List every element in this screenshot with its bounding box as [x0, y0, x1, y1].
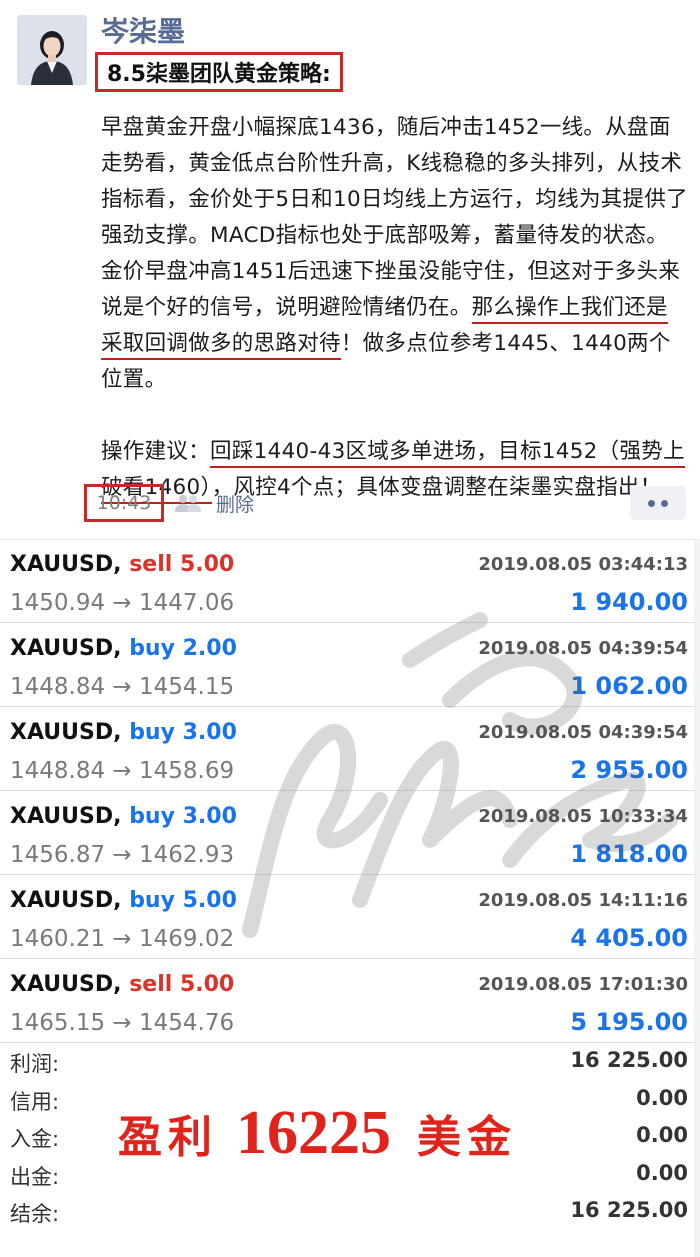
trade-row[interactable]: XAUUSD, buy 3.00 1448.84 → 1458.69 2019.… — [0, 708, 694, 791]
friends-visibility-icon[interactable] — [174, 493, 202, 513]
trade-symbol: XAUUSD, buy 3.00 — [10, 804, 237, 829]
trade-symbol: XAUUSD, buy 5.00 — [10, 888, 237, 913]
trade-side: buy 3.00 — [129, 804, 237, 829]
trade-datetime: 2019.08.05 14:11:16 — [478, 890, 688, 911]
summary-label: 结余: — [10, 1202, 60, 1226]
avatar-portrait-icon — [17, 15, 87, 85]
summary-credit-row: 信用: 0.00 — [0, 1082, 694, 1120]
trade-datetime: 2019.08.05 03:44:13 — [478, 554, 688, 575]
trade-symbol: XAUUSD, sell 5.00 — [10, 552, 234, 577]
suggestion-lead: 操作建议： — [101, 439, 211, 464]
trade-side: buy 3.00 — [129, 720, 237, 745]
analysis-text: 早盘黄金开盘小幅探底1436，随后冲击1452一线。从盘面走势看，黄金低点台阶性… — [101, 115, 688, 320]
trade-profit: 5 195.00 — [570, 1008, 688, 1036]
more-actions-button[interactable] — [630, 486, 686, 520]
dot-icon — [661, 499, 668, 507]
trade-row[interactable]: XAUUSD, buy 2.00 1448.84 → 1454.15 2019.… — [0, 624, 694, 707]
summary-deposit-row: 入金: 0.00 — [0, 1119, 694, 1157]
trade-prices: 1456.87 → 1462.93 — [10, 842, 235, 868]
trade-profit: 2 955.00 — [570, 756, 688, 784]
symbol-text: XAUUSD, — [10, 636, 122, 661]
trade-side: sell 5.00 — [129, 972, 235, 997]
delete-link[interactable]: 删除 — [216, 490, 254, 517]
trade-datetime: 2019.08.05 04:39:54 — [478, 638, 688, 659]
trade-prices: 1448.84 → 1454.15 — [10, 674, 235, 700]
symbol-text: XAUUSD, — [10, 804, 122, 829]
post-title: 8.5柒墨团队黄金策略: — [95, 52, 343, 92]
trade-datetime: 2019.08.05 04:39:54 — [478, 722, 688, 743]
summary-balance-row: 结余: 16 225.00 — [0, 1194, 694, 1232]
summary-value: 0.00 — [636, 1085, 688, 1110]
trade-side: buy 2.00 — [129, 636, 237, 661]
trade-profit: 1 062.00 — [570, 672, 688, 700]
summary-value: 0.00 — [636, 1160, 688, 1185]
symbol-text: XAUUSD, — [10, 888, 122, 913]
trade-profit: 4 405.00 — [570, 924, 688, 952]
author-name[interactable]: 岑柒墨 — [101, 10, 185, 50]
summary-value: 16 225.00 — [570, 1198, 688, 1222]
post-body: 早盘黄金开盘小幅探底1436，随后冲击1452一线。从盘面走势看，黄金低点台阶性… — [101, 110, 689, 506]
trade-row[interactable]: XAUUSD, sell 5.00 1450.94 → 1447.06 2019… — [0, 540, 694, 623]
summary-value: 0.00 — [636, 1123, 688, 1147]
trade-profit: 1 818.00 — [570, 840, 688, 868]
trade-prices: 1450.94 → 1447.06 — [10, 590, 235, 616]
trade-symbol: XAUUSD, buy 2.00 — [10, 636, 237, 661]
dot-icon — [648, 499, 655, 507]
trade-prices: 1465.15 → 1454.76 — [10, 1010, 235, 1036]
symbol-text: XAUUSD, — [10, 720, 122, 745]
trade-row[interactable]: XAUUSD, buy 5.00 1460.21 → 1469.02 2019.… — [0, 876, 694, 959]
trade-symbol: XAUUSD, sell 5.00 — [10, 972, 234, 997]
trade-side: buy 5.00 — [129, 888, 237, 913]
symbol-text: XAUUSD, — [10, 972, 122, 997]
suggestion-tail: ，风控4个点；具体变盘调整在柒墨实盘指出！ — [211, 475, 662, 500]
summary-label: 入金: — [10, 1127, 60, 1151]
post-time: 10:43 — [84, 484, 164, 522]
summary-label: 出金: — [10, 1164, 60, 1189]
trade-prices: 1460.21 → 1469.02 — [10, 926, 235, 952]
trade-datetime: 2019.08.05 17:01:30 — [478, 974, 688, 995]
summary-label: 利润: — [10, 1052, 60, 1076]
post-meta: 10:43 删除 — [84, 484, 254, 522]
moment-post: 岑柒墨 8.5柒墨团队黄金策略: 早盘黄金开盘小幅探底1436，随后冲击1452… — [0, 0, 700, 535]
trade-datetime: 2019.08.05 10:33:34 — [478, 806, 688, 827]
account-summary: 利润: 16 225.00 信用: 0.00 入金: 0.00 出金: 0.00… — [0, 1044, 694, 1232]
trade-profit: 1 940.00 — [570, 588, 688, 616]
trade-history: XAUUSD, sell 5.00 1450.94 → 1447.06 2019… — [0, 539, 700, 1257]
avatar[interactable] — [17, 15, 87, 85]
trade-row[interactable]: XAUUSD, sell 5.00 1465.15 → 1454.76 2019… — [0, 960, 694, 1043]
trade-side: sell 5.00 — [129, 552, 235, 577]
analysis-paragraph: 早盘黄金开盘小幅探底1436，随后冲击1452一线。从盘面走势看，黄金低点台阶性… — [101, 110, 689, 398]
summary-value: 16 225.00 — [570, 1048, 688, 1072]
summary-withdrawal-row: 出金: 0.00 — [0, 1157, 694, 1195]
trade-row[interactable]: XAUUSD, buy 3.00 1456.87 → 1462.93 2019.… — [0, 792, 694, 875]
trade-symbol: XAUUSD, buy 3.00 — [10, 720, 237, 745]
summary-label: 信用: — [10, 1089, 60, 1114]
trade-prices: 1448.84 → 1458.69 — [10, 758, 235, 784]
summary-profit-row: 利润: 16 225.00 — [0, 1044, 694, 1082]
symbol-text: XAUUSD, — [10, 552, 122, 577]
